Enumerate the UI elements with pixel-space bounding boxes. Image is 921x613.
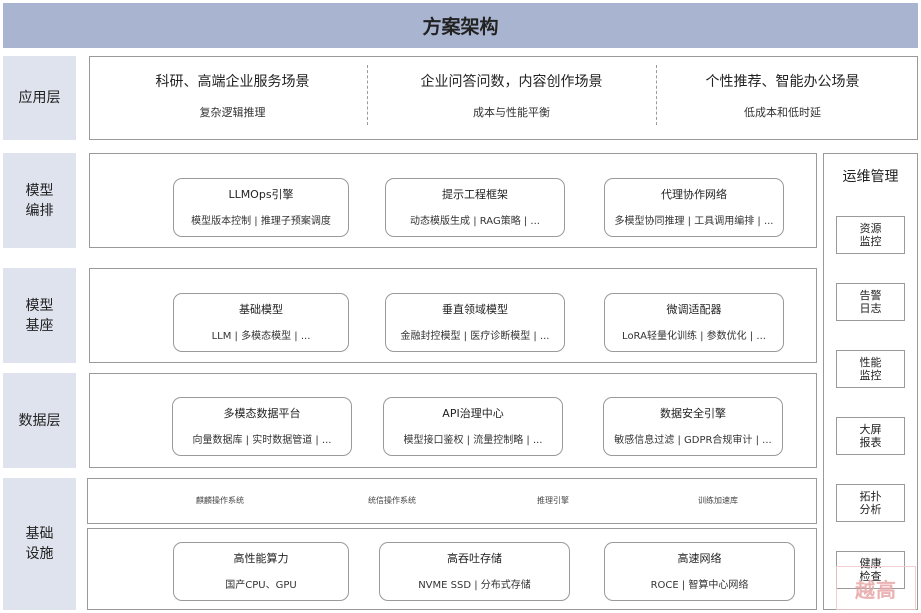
app-scenario-title: 科研、高端企业服务场景 xyxy=(155,74,310,90)
card-title: 高性能算力 xyxy=(233,552,289,565)
card-sub: 敏感信息过滤 | GDPR合规审计 | ... xyxy=(614,435,772,446)
app-scenario-sub: 成本与性能平衡 xyxy=(473,106,550,119)
card-agent-network: 代理协作网络 多模型协同推理 | 工具调用编排 | ... xyxy=(604,178,784,237)
layer-label-foundation: 模型 基座 xyxy=(3,268,76,363)
ops-item-performance-monitor: 性能 监控 xyxy=(836,350,905,388)
card-title: 数据安全引擎 xyxy=(660,407,726,420)
card-title: 基础模型 xyxy=(239,303,283,316)
system-software-panel: 麒麟操作系统 统信操作系统 推理引擎 训练加速库 xyxy=(87,478,817,524)
watermark-logo: 越高 xyxy=(836,566,916,610)
card-sub: 模型版本控制 | 推理子预案调度 xyxy=(191,216,331,227)
data-panel: 多模态数据平台 向量数据库 | 实时数据管道 | ... API治理中心 模型接… xyxy=(89,373,817,468)
hardware-panel: 高性能算力 国产CPU、GPU 高吞吐存储 NVME SSD | 分布式存储 高… xyxy=(87,528,817,610)
application-panel: 科研、高端企业服务场景 复杂逻辑推理 企业问答问数，内容创作场景 成本与性能平衡… xyxy=(89,56,918,140)
card-llmops: LLMOps引擎 模型版本控制 | 推理子预案调度 xyxy=(173,178,349,237)
card-finetune-adapter: 微调适配器 LoRA轻量化训练 | 参数优化 | ... xyxy=(604,293,784,352)
card-title: 垂直领域模型 xyxy=(442,303,508,316)
card-title: API治理中心 xyxy=(442,407,504,420)
card-storage: 高吞吐存储 NVME SSD | 分布式存储 xyxy=(379,542,570,601)
ops-item-dashboard-report: 大屏 报表 xyxy=(836,417,905,455)
layer-label-data: 数据层 xyxy=(3,373,76,468)
card-title: 代理协作网络 xyxy=(661,188,727,201)
ops-item-topology-analysis: 拓扑 分析 xyxy=(836,484,905,522)
card-sub: 金融封控模型 | 医疗诊断模型 | ... xyxy=(400,331,550,342)
layer-label-orchestration: 模型 编排 xyxy=(3,153,76,248)
card-compute: 高性能算力 国产CPU、GPU xyxy=(173,542,349,601)
card-title: LLMOps引擎 xyxy=(228,188,294,201)
app-scenario-sub: 低成本和低时延 xyxy=(744,106,821,119)
system-item-uos: 统信操作系统 xyxy=(368,496,416,505)
card-sub: 动态模版生成 | RAG策略 | ... xyxy=(410,216,540,227)
card-sub: 模型接口鉴权 | 流量控制略 | ... xyxy=(403,435,543,446)
system-item-inference-engine: 推理引擎 xyxy=(537,496,569,505)
card-sub: NVME SSD | 分布式存储 xyxy=(418,580,531,591)
card-base-model: 基础模型 LLM | 多模态模型 | ... xyxy=(173,293,349,352)
system-item-kylin: 麒麟操作系统 xyxy=(196,496,244,505)
card-title: 多模态数据平台 xyxy=(223,407,301,420)
card-title: 高吞吐存储 xyxy=(447,552,502,565)
foundation-panel: 基础模型 LLM | 多模态模型 | ... 垂直领域模型 金融封控模型 | 医… xyxy=(89,268,817,363)
card-sub: 多模型协同推理 | 工具调用编排 | ... xyxy=(614,216,774,227)
card-vertical-model: 垂直领域模型 金融封控模型 | 医疗诊断模型 | ... xyxy=(385,293,565,352)
card-network: 高速网络 ROCE | 智算中心网络 xyxy=(604,542,795,601)
card-sub: 国产CPU、GPU xyxy=(225,580,297,591)
ops-item-resource-monitor: 资源 监控 xyxy=(836,216,905,254)
orchestration-panel: LLMOps引擎 模型版本控制 | 推理子预案调度 提示工程框架 动态模版生成 … xyxy=(89,153,817,248)
card-sub: LoRA轻量化训练 | 参数优化 | ... xyxy=(622,331,766,342)
card-sub: 向量数据库 | 实时数据管道 | ... xyxy=(192,435,332,446)
app-scenario-qa: 企业问答问数，内容创作场景 成本与性能平衡 xyxy=(379,57,644,139)
app-scenario-title: 个性推荐、智能办公场景 xyxy=(705,74,860,90)
card-title: 提示工程框架 xyxy=(442,188,508,201)
card-title: 微调适配器 xyxy=(666,303,722,316)
card-sub: LLM | 多模态模型 | ... xyxy=(211,331,311,342)
card-data-security: 数据安全引擎 敏感信息过滤 | GDPR合规审计 | ... xyxy=(603,397,783,456)
card-title: 高速网络 xyxy=(677,552,722,565)
ops-management-panel: 运维管理 资源 监控 告警 日志 性能 监控 大屏 报表 拓扑 分析 健康 检查 xyxy=(823,153,918,610)
ops-title: 运维管理 xyxy=(842,169,899,185)
card-multimodal-data: 多模态数据平台 向量数据库 | 实时数据管道 | ... xyxy=(172,397,352,456)
app-divider xyxy=(367,65,368,125)
app-scenario-title: 企业问答问数，内容创作场景 xyxy=(420,74,603,90)
ops-item-alert-log: 告警 日志 xyxy=(836,283,905,321)
card-prompt-engineering: 提示工程框架 动态模版生成 | RAG策略 | ... xyxy=(385,178,565,237)
layer-label-infrastructure: 基础 设施 xyxy=(3,478,76,610)
card-sub: ROCE | 智算中心网络 xyxy=(650,580,749,591)
app-scenario-office: 个性推荐、智能办公场景 低成本和低时延 xyxy=(650,57,915,139)
app-scenario-research: 科研、高端企业服务场景 复杂逻辑推理 xyxy=(100,57,365,139)
card-api-governance: API治理中心 模型接口鉴权 | 流量控制略 | ... xyxy=(383,397,563,456)
app-scenario-sub: 复杂逻辑推理 xyxy=(199,106,266,119)
system-item-training-lib: 训练加速库 xyxy=(698,496,738,505)
layer-label-application: 应用层 xyxy=(3,56,76,140)
diagram-title: 方案架构 xyxy=(3,3,918,48)
